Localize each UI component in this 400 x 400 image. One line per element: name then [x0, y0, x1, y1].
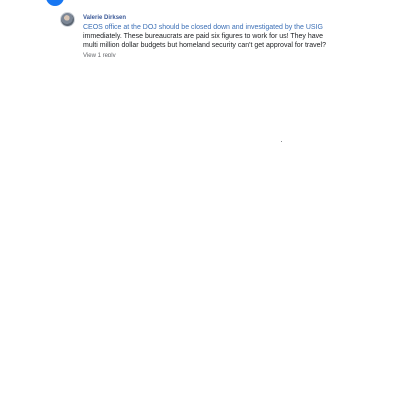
- stray-dot: [281, 141, 282, 142]
- comment-body: CEOS office at the DOJ should be closed …: [83, 23, 335, 50]
- avatar[interactable]: [60, 12, 75, 27]
- comment-text-lead: CEOS office at the DOJ should be closed …: [83, 24, 323, 31]
- view-replies-link[interactable]: View 1 reply: [83, 51, 116, 57]
- page: Valerie Dirksen CEOS office at the DOJ s…: [0, 0, 400, 400]
- comment-author[interactable]: Valerie Dirksen: [83, 15, 126, 21]
- facebook-logo-icon[interactable]: [46, 0, 64, 6]
- top-navigation-bar: [0, 0, 400, 6]
- comment-text-rest: immediately. These bureaucrats are paid …: [83, 33, 326, 49]
